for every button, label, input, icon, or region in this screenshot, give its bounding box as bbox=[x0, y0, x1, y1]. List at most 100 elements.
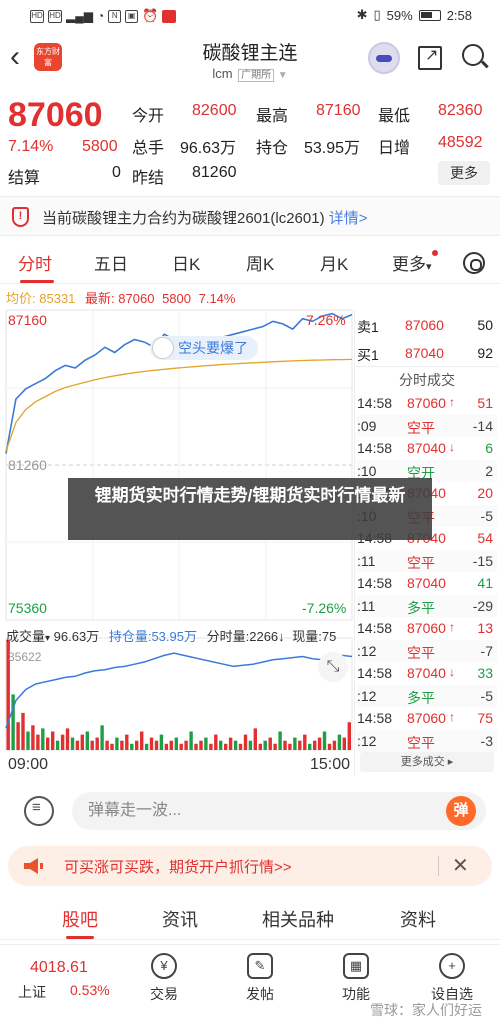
nav-post[interactable]: ✎ 发帖 bbox=[232, 953, 288, 1004]
nav-functions[interactable]: ▦ 功能 bbox=[328, 953, 384, 1004]
notice-text: 当前碳酸锂主力合约为碳酸锂2601(lc2601) bbox=[42, 210, 325, 227]
volume-bar bbox=[189, 731, 193, 750]
tab-weekly-k[interactable]: 周K bbox=[246, 250, 274, 275]
share-icon[interactable] bbox=[418, 45, 442, 70]
last-price: 87060 bbox=[8, 96, 103, 134]
trade-qty: -5 bbox=[480, 687, 493, 704]
period-tabs: 分时 五日 日K 周K 月K 更多▾ bbox=[0, 240, 500, 284]
tab-news[interactable]: 资讯 bbox=[162, 906, 198, 932]
danmu-placeholder: 弹幕走一波... bbox=[88, 802, 182, 819]
current-volume: 现量:75 bbox=[292, 629, 337, 644]
volume-bar bbox=[110, 743, 114, 750]
trade-price: 87040 bbox=[407, 440, 446, 456]
volume-bar bbox=[95, 737, 99, 750]
status-time: 2:58 bbox=[446, 7, 472, 23]
y-axis-mid: 81260 bbox=[8, 457, 47, 473]
ask1-qty: 50 bbox=[477, 317, 493, 333]
robot-assistant-icon[interactable] bbox=[368, 42, 400, 74]
expand-icon[interactable]: ⤡ bbox=[318, 652, 348, 682]
comment-list-icon[interactable] bbox=[24, 796, 54, 826]
volume-bar bbox=[65, 728, 70, 750]
trade-qty: -3 bbox=[480, 732, 493, 749]
trade-row: 14:58 87060 ↑ 51 bbox=[357, 392, 497, 414]
danmu-toggle-button[interactable]: 弹 bbox=[446, 796, 476, 826]
trade-qty: 54 bbox=[477, 530, 493, 546]
tab-active-underline bbox=[20, 280, 54, 283]
tab-more[interactable]: 更多▾ bbox=[392, 250, 432, 275]
time-axis-end: 15:00 bbox=[310, 756, 351, 773]
trade-row: :12 空平 -3 bbox=[357, 729, 497, 752]
tab-daily-k[interactable]: 日K bbox=[172, 250, 200, 275]
subtab-active-underline bbox=[66, 936, 94, 939]
volume-bar bbox=[268, 737, 272, 750]
chevron-down-icon[interactable]: ▼ bbox=[278, 70, 288, 81]
status-bar: HD HD ▂▄▆ ◔ N ▣ ⏰ ✱ ▯ 59% 2:58 bbox=[0, 0, 500, 30]
volume-bar bbox=[238, 743, 243, 750]
trade-row: 14:58 87040 41 bbox=[357, 572, 497, 594]
trade-time: :11 bbox=[357, 552, 376, 569]
daily-add-value: 48592 bbox=[438, 134, 483, 151]
trade-price: 空平 bbox=[407, 419, 435, 436]
nav-add-watchlist[interactable]: + 设自选 bbox=[424, 953, 480, 1004]
volume-bar bbox=[228, 737, 233, 750]
more-trades-button[interactable]: 更多成交 ▸ bbox=[360, 752, 494, 772]
prev-settle-value: 81260 bbox=[192, 164, 237, 181]
volume-bar bbox=[144, 743, 149, 750]
volume-bar bbox=[174, 737, 178, 750]
trade-time: 14:58 bbox=[357, 395, 393, 411]
tab-monthly-k[interactable]: 月K bbox=[320, 250, 348, 275]
trade-price: 87040 bbox=[407, 665, 446, 681]
latest-change: 5800 bbox=[162, 291, 191, 306]
megaphone-icon bbox=[24, 858, 43, 874]
close-icon[interactable]: ✕ bbox=[452, 853, 469, 878]
volume-selector[interactable]: 成交量 bbox=[6, 629, 45, 644]
tab-intraday[interactable]: 分时 bbox=[18, 250, 52, 275]
notice-details-link[interactable]: 详情> bbox=[329, 210, 368, 227]
trade-price: 空平 bbox=[407, 734, 435, 751]
open-value: 82600 bbox=[192, 102, 237, 119]
volume-bar bbox=[41, 728, 45, 750]
volume-bar bbox=[154, 740, 159, 750]
index-percent[interactable]: 0.53% bbox=[70, 982, 110, 998]
ask1-price: 87060 bbox=[405, 317, 444, 333]
volume-bar bbox=[233, 740, 238, 750]
volume-bar bbox=[140, 731, 144, 750]
plus-icon: + bbox=[439, 953, 465, 979]
bid1-label: 买1 bbox=[357, 347, 379, 363]
trade-row: :11 多平 -29 bbox=[357, 594, 497, 617]
trade-price: 空平 bbox=[407, 554, 435, 571]
trade-qty: 13 bbox=[477, 620, 493, 636]
yen-icon: ¥ bbox=[151, 953, 177, 979]
edit-icon: ✎ bbox=[247, 953, 273, 979]
trade-price: 87060 bbox=[407, 710, 446, 726]
tab-forum[interactable]: 股吧 bbox=[62, 906, 98, 932]
search-icon[interactable] bbox=[462, 44, 484, 66]
volume-bar bbox=[317, 737, 322, 750]
y-axis-bottom: 75360 bbox=[8, 600, 47, 616]
volume-bar bbox=[224, 743, 228, 750]
main-contract-notice[interactable]: ! 当前碳酸锂主力合约为碳酸锂2601(lc2601) 详情> bbox=[0, 196, 500, 236]
index-name[interactable]: 上证 bbox=[18, 982, 46, 1002]
clock-icon: ⏰ bbox=[142, 8, 159, 23]
index-value[interactable]: 4018.61 bbox=[30, 959, 88, 977]
danmu-input[interactable]: 弹幕走一波... 弹 bbox=[72, 792, 486, 830]
volume-legend: 成交量▾ 96.63万 持仓量:53.95万 分时量:2266↓ 现量:75 bbox=[6, 626, 336, 645]
nav-trade[interactable]: ¥ 交易 bbox=[136, 953, 192, 1004]
chevron-down-icon[interactable]: ▾ bbox=[45, 633, 50, 644]
gear-icon[interactable] bbox=[463, 252, 485, 274]
nav-trade-label: 交易 bbox=[150, 986, 178, 1002]
tab-five-day[interactable]: 五日 bbox=[94, 250, 128, 275]
tab-related[interactable]: 相关品种 bbox=[262, 906, 334, 932]
volume-bar bbox=[55, 740, 60, 750]
more-quote-button[interactable]: 更多 bbox=[438, 161, 490, 185]
tab-profile[interactable]: 资料 bbox=[400, 906, 436, 932]
trade-qty: 51 bbox=[477, 395, 493, 411]
oi-legend: 持仓量:53.95万 bbox=[108, 629, 197, 644]
trade-qty: -7 bbox=[480, 642, 493, 659]
bubble-tag[interactable]: 空头要爆了 bbox=[150, 336, 258, 360]
trade-time: :09 bbox=[357, 417, 377, 434]
promo-banner[interactable]: 可买涨可买跌，期货开户抓行情>> ✕ bbox=[8, 846, 492, 886]
volume-bar bbox=[70, 737, 75, 750]
header: ‹ 东方财富 碳酸锂主连 lcm 广期所 ▼ bbox=[0, 30, 500, 90]
trade-qty: 20 bbox=[477, 485, 493, 501]
